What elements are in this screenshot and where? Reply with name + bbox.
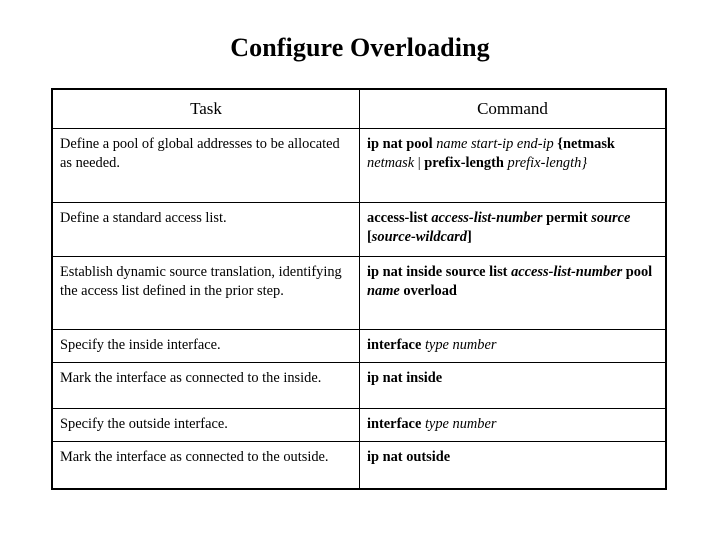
command-token: name start-ip end-ip xyxy=(436,136,558,152)
command-token: overload xyxy=(399,283,457,299)
table-body: Define a pool of global addresses to be … xyxy=(52,128,666,489)
command-token: access-list-number xyxy=(431,210,543,226)
command-token: type number xyxy=(424,337,497,353)
command-token: pool xyxy=(622,264,653,280)
task-cell: Specify the inside interface. xyxy=(52,329,360,363)
command-cell: ip nat inside source list access-list-nu… xyxy=(359,256,666,330)
task-cell: Mark the interface as connected to the o… xyxy=(52,441,360,489)
table-row: Define a pool of global addresses to be … xyxy=(52,128,666,203)
command-cell: interface type number xyxy=(359,329,666,363)
page-title: Configure Overloading xyxy=(230,33,490,62)
command-token: prefix-length} xyxy=(507,155,588,171)
table-header: Task Command xyxy=(52,89,666,129)
command-token: interface xyxy=(367,337,425,353)
command-token: ip nat inside source list xyxy=(367,264,512,280)
table-row: Mark the interface as connected to the o… xyxy=(52,441,666,489)
command-cell: ip nat inside xyxy=(359,362,666,409)
task-cell: Mark the interface as connected to the i… xyxy=(52,362,360,409)
task-cell: Define a pool of global addresses to be … xyxy=(52,128,360,203)
command-token: ip nat inside xyxy=(367,370,443,386)
table-row: Establish dynamic source translation, id… xyxy=(52,256,666,330)
command-token: ip nat outside xyxy=(367,449,451,465)
table-row: Specify the outside interface. interface… xyxy=(52,408,666,442)
command-token: access-list xyxy=(367,210,432,226)
command-token: ip nat pool xyxy=(367,136,437,152)
table-header-row: Task Command xyxy=(52,89,666,129)
slide-canvas: Configure Overloading Task Command Defin… xyxy=(0,0,720,540)
table-row: Specify the inside interface. interface … xyxy=(52,329,666,363)
task-cell: Specify the outside interface. xyxy=(52,408,360,442)
command-token: access-list-number xyxy=(511,264,623,280)
column-header-command: Command xyxy=(359,89,666,129)
command-token: {netmask xyxy=(557,136,615,152)
task-cell: Establish dynamic source translation, id… xyxy=(52,256,360,330)
command-cell: interface type number xyxy=(359,408,666,442)
command-token: name xyxy=(367,283,400,299)
command-cell: ip nat outside xyxy=(359,441,666,489)
table-row: Define a standard access list. access-li… xyxy=(52,202,666,257)
command-token: type number xyxy=(424,416,497,432)
command-token: source xyxy=(591,210,631,226)
command-token: netmask xyxy=(367,155,418,171)
command-token: ] xyxy=(466,229,472,245)
command-token: permit xyxy=(542,210,592,226)
table-row: Mark the interface as connected to the i… xyxy=(52,362,666,409)
command-token: source-wildcard xyxy=(371,229,467,245)
command-token: prefix-length xyxy=(424,155,508,171)
command-cell: access-list access-list-number permit so… xyxy=(359,202,666,257)
command-cell: ip nat pool name start-ip end-ip {netmas… xyxy=(359,128,666,203)
task-cell: Define a standard access list. xyxy=(52,202,360,257)
configuration-steps-table: Task Command Define a pool of global add… xyxy=(51,88,667,490)
column-header-task: Task xyxy=(52,89,360,129)
command-token: interface xyxy=(367,416,425,432)
